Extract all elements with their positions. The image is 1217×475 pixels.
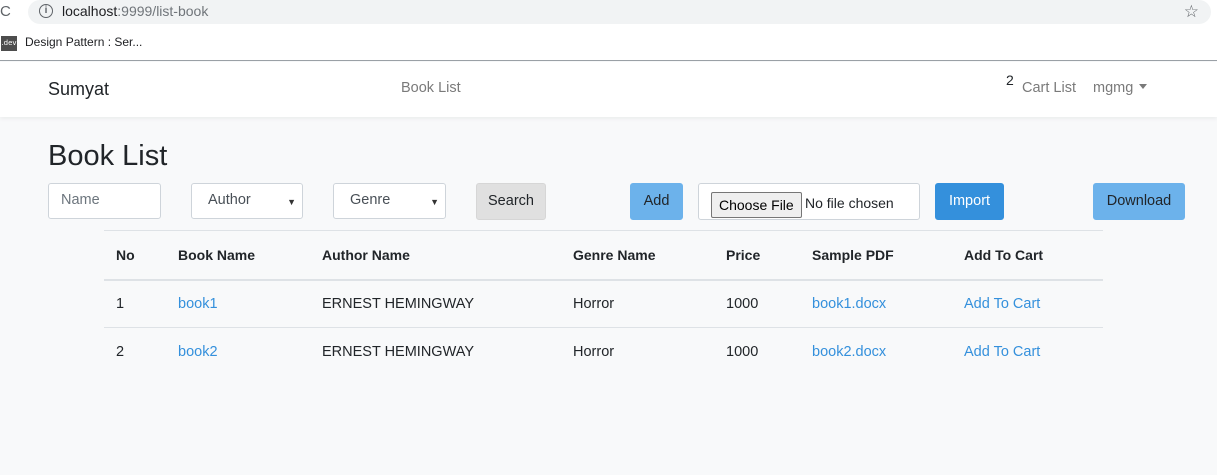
genre-select[interactable]: Genre ▼: [333, 183, 446, 219]
header-book-name: Book Name: [166, 230, 310, 281]
nav-cart-list[interactable]: Cart List: [1022, 80, 1076, 96]
cell-author: ERNEST HEMINGWAY: [310, 279, 561, 328]
search-button[interactable]: Search: [476, 183, 546, 220]
cell-add-to-cart: Add To Cart: [952, 279, 1103, 328]
sample-pdf-link[interactable]: book1.docx: [812, 296, 886, 312]
header-author-name: Author Name: [310, 230, 561, 281]
cell-book-name: book1: [166, 279, 310, 328]
table-row: 2 book2 ERNEST HEMINGWAY Horror 1000 boo…: [104, 328, 1103, 376]
cell-genre: Horror: [573, 343, 615, 360]
sample-pdf-link[interactable]: book2.docx: [812, 344, 886, 360]
address-bar[interactable]: i localhost:9999/list-book ☆: [28, 0, 1211, 24]
add-button[interactable]: Add: [630, 183, 683, 220]
user-dropdown[interactable]: mgmg: [1093, 80, 1148, 96]
book-table: No Book Name Author Name Genre Name Pric…: [104, 230, 1103, 376]
cell-sample-pdf: book1.docx: [800, 279, 952, 328]
cell-genre: Horror: [561, 279, 714, 328]
import-button[interactable]: Import: [935, 183, 1004, 220]
download-button[interactable]: Download: [1093, 183, 1185, 220]
select-arrow-icon: ▼: [430, 197, 439, 207]
book-link[interactable]: book1: [178, 296, 218, 312]
bookmarks-bar: .dev Design Pattern : Ser...: [0, 25, 1217, 61]
header-sample-pdf: Sample PDF: [800, 230, 952, 281]
header-add-to-cart: Add To Cart: [952, 230, 1103, 281]
user-name: mgmg: [1093, 80, 1134, 96]
cell-no: 1: [104, 279, 166, 328]
book-link[interactable]: book2: [178, 344, 218, 360]
file-input[interactable]: Choose File No file chosen: [698, 183, 920, 220]
caret-down-icon: [1139, 84, 1148, 89]
brand-link[interactable]: Sumyat: [48, 79, 109, 100]
name-input[interactable]: Name: [48, 183, 161, 219]
page-title: Book List: [48, 140, 168, 172]
navbar: Sumyat Book List 2 Cart List mgmg: [0, 62, 1217, 117]
info-icon[interactable]: i: [39, 4, 53, 18]
bookmark-link[interactable]: Design Pattern : Ser...: [25, 35, 142, 49]
nav-book-list[interactable]: Book List: [401, 80, 461, 96]
genre-select-value: Genre: [350, 192, 391, 208]
select-arrow-icon: ▼: [287, 197, 296, 207]
header-no: No: [104, 230, 166, 281]
author-select-value: Author: [208, 192, 251, 208]
table-row: 1 book1 ERNEST HEMINGWAY Horror 1000 boo…: [104, 279, 1103, 328]
cell-sample-pdf: book2.docx: [800, 328, 952, 376]
cell-author: ERNEST HEMINGWAY: [322, 343, 474, 360]
header-price: Price: [714, 230, 800, 281]
add-to-cart-link[interactable]: Add To Cart: [964, 296, 1040, 312]
reload-icon[interactable]: C: [0, 2, 14, 22]
bookmark-star-icon[interactable]: ☆: [1184, 1, 1199, 23]
cell-price: 1000: [726, 343, 759, 360]
browser-toolbar: C i localhost:9999/list-book ☆: [0, 0, 1217, 25]
url-text[interactable]: localhost:9999/list-book: [62, 3, 208, 19]
choose-file-button[interactable]: Choose File: [711, 192, 802, 218]
cart-count-badge: 2: [1006, 72, 1014, 88]
cell-add-to-cart: Add To Cart: [952, 328, 1103, 376]
cell-price: 1000: [714, 279, 800, 328]
file-status: No file chosen: [805, 195, 894, 211]
table-header-row: No Book Name Author Name Genre Name Pric…: [104, 230, 1103, 281]
add-to-cart-link[interactable]: Add To Cart: [964, 344, 1040, 360]
author-select[interactable]: Author ▼: [191, 183, 303, 219]
cell-book-name: book2: [166, 328, 310, 376]
dev-favicon-icon: .dev: [1, 36, 17, 51]
cell-no: 2: [116, 343, 125, 360]
header-genre-name: Genre Name: [561, 230, 714, 281]
